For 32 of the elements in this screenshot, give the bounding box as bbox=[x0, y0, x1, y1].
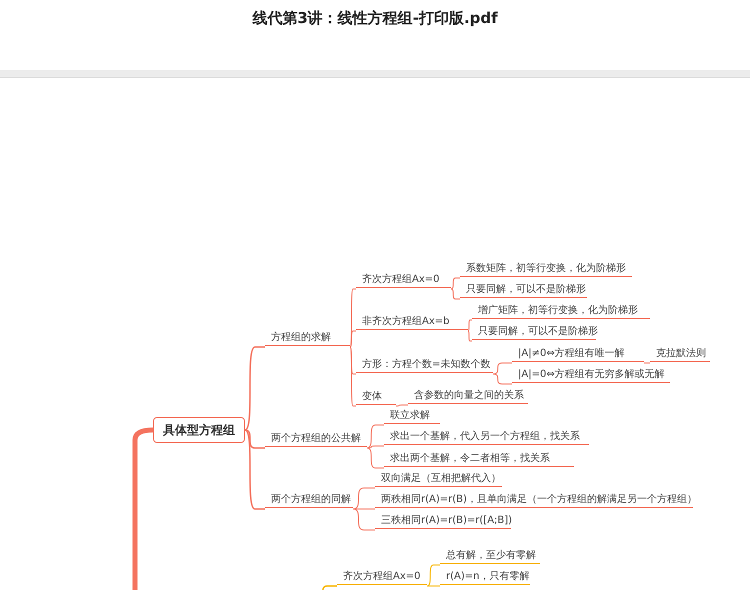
topic-label[interactable]: 方程组的求解 bbox=[265, 329, 350, 346]
branch-line bbox=[450, 278, 460, 290]
topic-label[interactable]: 求出两个基解，令二者相等，找关系 bbox=[384, 450, 574, 467]
topic-label[interactable]: 克拉默法则 bbox=[650, 345, 710, 362]
branch-line bbox=[644, 362, 650, 364]
topic-label[interactable]: 方形：方程个数=未知数个数 bbox=[356, 356, 493, 373]
topic-label[interactable]: 齐次方程组Ax=0 bbox=[337, 568, 427, 585]
topic-label[interactable]: r(A)=n，只有零解 bbox=[440, 568, 530, 585]
topic-label[interactable]: 只要同解，可以不是阶梯形 bbox=[472, 323, 596, 340]
topic-label[interactable]: 系数矩阵，初等行变换，化为阶梯形 bbox=[460, 260, 632, 277]
branch-line bbox=[492, 374, 512, 384]
branch-line bbox=[396, 404, 408, 406]
topic-label[interactable]: 求出一个基解，代入另一个方程组，找关系 bbox=[384, 428, 589, 445]
topic-label[interactable]: 含参数的向量之间的关系 bbox=[408, 387, 528, 404]
topic-label[interactable]: 三秩相同r(A)=r(B)=r([A;B]) bbox=[375, 512, 511, 529]
topic-label[interactable]: |A|=0⇔方程组有无穷多解或无解 bbox=[512, 366, 670, 383]
topic-label[interactable]: 双向满足（互相把解代入） bbox=[375, 470, 502, 487]
topic-label[interactable]: 两个方程组的公共解 bbox=[265, 430, 367, 447]
topic-label[interactable]: 非齐次方程组Ax=b bbox=[356, 313, 468, 330]
topic-label[interactable]: 总有解，至少有零解 bbox=[440, 547, 540, 564]
topic-label[interactable]: 联立求解 bbox=[384, 407, 440, 424]
topic-label[interactable]: 齐次方程组Ax=0 bbox=[356, 271, 451, 288]
central-topic[interactable]: 具体型方程组 bbox=[153, 417, 245, 443]
topic-label[interactable]: 增广矩阵，初等行变换，化为阶梯形 bbox=[472, 302, 650, 319]
branch-line bbox=[450, 288, 460, 300]
topic-label[interactable]: |A|≠0⇔方程组有唯一解 bbox=[512, 345, 644, 362]
topic-label[interactable]: 只要同解，可以不是阶梯形 bbox=[460, 281, 587, 298]
topic-label[interactable]: 两秩相同r(A)=r(B)，且单向满足（一个方程组的解满足另一个方程组） bbox=[375, 491, 693, 508]
branch-line bbox=[492, 362, 512, 374]
topic-label[interactable]: 变体 bbox=[356, 388, 396, 405]
document-title: 线代第3讲：线性方程组-打印版.pdf bbox=[252, 9, 498, 29]
topic-label[interactable]: 两个方程组的同解 bbox=[265, 491, 353, 508]
